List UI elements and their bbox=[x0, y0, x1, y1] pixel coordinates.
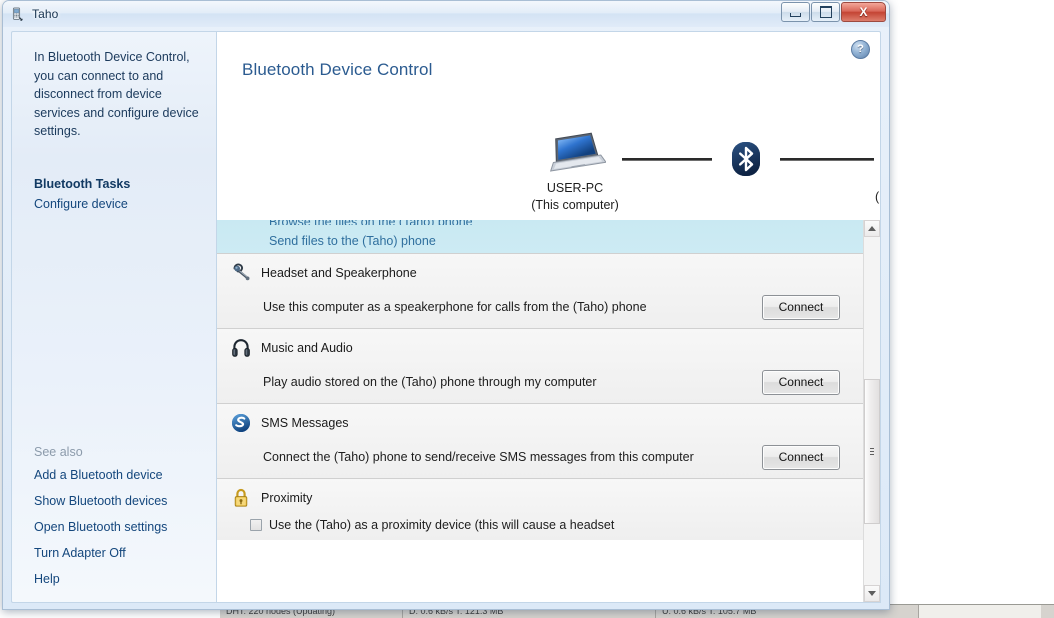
bluetooth-icon bbox=[728, 141, 764, 177]
window-body: In Bluetooth Device Control, you can con… bbox=[3, 27, 889, 609]
link-browse-files[interactable]: Browse the files on the (Taho) phone bbox=[217, 220, 863, 225]
bluetooth-device-control-window: Taho X In Bluetooth Device Control, you … bbox=[2, 0, 890, 610]
service-body: Play audio stored on the (Taho) phone th… bbox=[230, 369, 850, 395]
sidebar-intro-text: In Bluetooth Device Control, you can con… bbox=[34, 50, 199, 138]
headset-icon bbox=[230, 262, 252, 284]
file-transfer-links-group: Browse the files on the (Taho) phone Sen… bbox=[217, 220, 863, 253]
service-description: Play audio stored on the (Taho) phone th… bbox=[263, 375, 597, 389]
sidebar-item-open-bluetooth-settings[interactable]: Open Bluetooth settings bbox=[12, 514, 216, 540]
service-header: Proximity bbox=[230, 487, 850, 509]
service-item-sms: SMS Messages Connect the (Taho) phone to… bbox=[217, 403, 863, 478]
remote-device-name: Taho bbox=[842, 173, 880, 187]
service-title: Music and Audio bbox=[261, 341, 353, 355]
service-title: Proximity bbox=[261, 491, 313, 505]
service-list: Browse the files on the (Taho) phone Sen… bbox=[217, 220, 863, 602]
sidebar-item-add-bluetooth-device[interactable]: Add a Bluetooth device bbox=[12, 462, 216, 488]
service-list-container: Browse the files on the (Taho) phone Sen… bbox=[216, 220, 881, 603]
service-item-proximity: Proximity Use the (Taho) as a proximity … bbox=[217, 478, 863, 540]
background-app-cell-extra bbox=[919, 605, 1041, 618]
scrollbar-grip-icon bbox=[870, 447, 874, 456]
sidebar-item-turn-adapter-off[interactable]: Turn Adapter Off bbox=[12, 540, 216, 566]
link-send-files[interactable]: Send files to the (Taho) phone bbox=[217, 229, 863, 253]
service-body: Use this computer as a speakerphone for … bbox=[230, 294, 850, 320]
scroll-up-button[interactable] bbox=[864, 220, 880, 237]
sidebar-item-help[interactable]: Help bbox=[12, 566, 216, 592]
sidebar-item-show-bluetooth-devices[interactable]: Show Bluetooth devices bbox=[12, 488, 216, 514]
phone-icon bbox=[10, 7, 25, 22]
page-title: Bluetooth Device Control bbox=[242, 60, 433, 79]
connect-button-music[interactable]: Connect bbox=[762, 369, 840, 395]
sidebar-see-also-label: See also bbox=[34, 445, 83, 459]
service-description: Connect the (Taho) phone to send/receive… bbox=[263, 450, 694, 464]
window-title: Taho bbox=[32, 7, 59, 21]
service-item-music: Music and Audio Play audio stored on the… bbox=[217, 328, 863, 403]
sidebar: In Bluetooth Device Control, you can con… bbox=[11, 31, 216, 603]
service-header: Music and Audio bbox=[230, 337, 850, 359]
service-description: Use this computer as a speakerphone for … bbox=[263, 300, 647, 314]
title-bar[interactable]: Taho X bbox=[3, 1, 889, 27]
maximize-icon bbox=[819, 6, 832, 18]
window-controls: X bbox=[780, 2, 886, 22]
remote-device-status: (Disconnected) bbox=[874, 190, 880, 204]
connect-button-headset[interactable]: Connect bbox=[762, 294, 840, 320]
headphones-icon bbox=[230, 337, 252, 359]
service-header: Headset and Speakerphone bbox=[230, 262, 850, 284]
sidebar-see-also-group: See also Add a Bluetooth device Show Blu… bbox=[12, 445, 216, 592]
service-header: SMS Messages bbox=[230, 412, 850, 434]
remote-device-node: Taho (Disconnected) bbox=[842, 120, 880, 204]
scroll-down-button[interactable] bbox=[864, 585, 880, 602]
device-header-panel: ? Bluetooth Device Control USER-PC (This… bbox=[216, 31, 881, 221]
chevron-up-icon bbox=[868, 226, 876, 231]
padlock-icon bbox=[230, 487, 252, 509]
device-connection-graph: USER-PC (This computer) ( bbox=[217, 128, 880, 218]
local-device-status: (This computer) bbox=[531, 198, 619, 212]
sms-icon bbox=[230, 412, 252, 434]
maximize-button[interactable] bbox=[811, 2, 840, 22]
mobile-phone-icon bbox=[842, 120, 880, 168]
minimize-icon bbox=[790, 12, 801, 17]
service-title: SMS Messages bbox=[261, 416, 349, 430]
screen: DHT: 220 nodes (Updating) D: 0.6 kB/s T:… bbox=[0, 0, 1054, 618]
sidebar-item-configure-device[interactable]: Configure device bbox=[12, 191, 216, 217]
laptop-icon bbox=[500, 128, 650, 176]
service-title: Headset and Speakerphone bbox=[261, 266, 417, 280]
service-body: Use the (Taho) as a proximity device (th… bbox=[230, 518, 850, 532]
proximity-checkbox[interactable] bbox=[250, 519, 262, 531]
content-area: ? Bluetooth Device Control USER-PC (This… bbox=[216, 31, 881, 603]
minimize-button[interactable] bbox=[781, 2, 810, 22]
connect-button-sms[interactable]: Connect bbox=[762, 444, 840, 470]
scrollbar-track[interactable] bbox=[864, 237, 880, 585]
scrollbar-thumb[interactable] bbox=[864, 379, 880, 524]
service-list-scrollbar[interactable] bbox=[863, 220, 880, 602]
chevron-down-icon bbox=[868, 591, 876, 596]
help-icon[interactable]: ? bbox=[851, 40, 870, 59]
connection-line-left bbox=[622, 158, 712, 161]
sidebar-heading-bluetooth-tasks: Bluetooth Tasks bbox=[34, 176, 131, 191]
local-device-name: USER-PC bbox=[546, 181, 604, 195]
service-item-headset: Headset and Speakerphone Use this comput… bbox=[217, 253, 863, 328]
service-body: Connect the (Taho) phone to send/receive… bbox=[230, 444, 850, 470]
local-device-node: USER-PC (This computer) bbox=[500, 128, 650, 212]
proximity-checkbox-label: Use the (Taho) as a proximity device (th… bbox=[269, 518, 615, 532]
close-button[interactable]: X bbox=[841, 2, 886, 22]
